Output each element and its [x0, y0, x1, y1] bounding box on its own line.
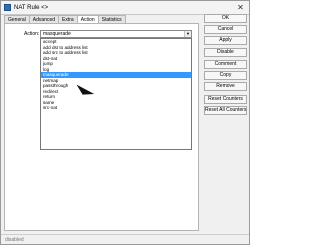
status-bar: disabled: [1, 234, 249, 244]
action-label: Action:: [24, 31, 40, 37]
title-bar[interactable]: NAT Rule <> ✕: [1, 1, 249, 15]
reset-counters-button[interactable]: Reset Counters: [204, 95, 247, 104]
action-select[interactable]: masquerade ▼: [40, 30, 192, 38]
action-panel: Action: masquerade ▼ accept add dst to a…: [4, 23, 199, 231]
disable-button[interactable]: Disable: [204, 48, 247, 57]
copy-button[interactable]: Copy: [204, 71, 247, 80]
window-title: NAT Rule <>: [14, 5, 49, 11]
ok-button[interactable]: OK: [204, 14, 247, 23]
comment-button[interactable]: Comment: [204, 60, 247, 69]
reset-all-counters-button[interactable]: Reset All Counters: [204, 106, 247, 115]
dropdown-option[interactable]: src-nat: [41, 105, 191, 111]
dropdown-arrow-icon[interactable]: ▼: [184, 31, 191, 37]
app-icon: [4, 4, 11, 11]
action-selected-value: masquerade: [43, 31, 71, 37]
apply-button[interactable]: Apply: [204, 36, 247, 45]
close-button[interactable]: ✕: [234, 2, 247, 13]
cancel-button[interactable]: Cancel: [204, 25, 247, 34]
status-text: disabled: [5, 237, 24, 243]
action-dropdown-list[interactable]: accept add dst to address list add src t…: [40, 38, 192, 150]
nat-rule-window: NAT Rule <> ✕ General Advanced Extra Act…: [0, 0, 250, 245]
remove-button[interactable]: Remove: [204, 82, 247, 91]
